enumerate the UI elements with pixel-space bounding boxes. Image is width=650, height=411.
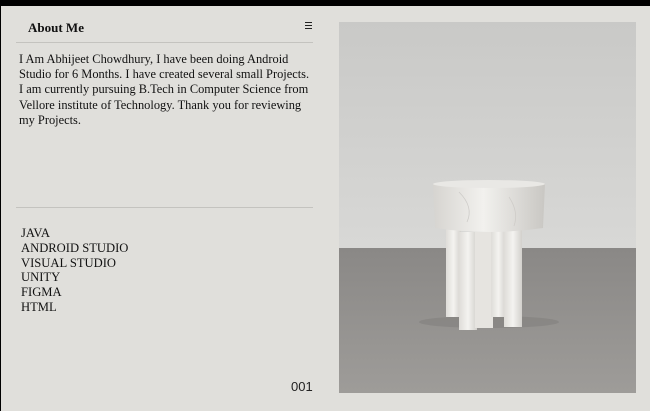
page-number: 001	[291, 379, 313, 394]
stool-photo	[339, 22, 636, 393]
skill-item: JAVA	[21, 226, 50, 240]
skill-item: FIGMA	[21, 285, 62, 300]
skill-item: UNITY	[21, 270, 61, 285]
skill-item: ANDROID STUDIO	[21, 240, 129, 255]
divider	[16, 42, 313, 43]
skill-item: VISUAL STUDIO	[21, 255, 117, 270]
about-page: About Me I Am Abhijeet Chowdhury, I have…	[1, 6, 650, 411]
skills-list: JAVA ANDROID STUDIO VISUAL STUDIO UNITY …	[21, 226, 128, 315]
bio-text: I Am Abhijeet Chowdhury, I have been doi…	[19, 52, 310, 127]
skill-item: HTML	[21, 299, 57, 314]
page-title: About Me	[28, 20, 84, 35]
divider	[16, 207, 313, 208]
hamburger-menu-icon[interactable]	[305, 19, 315, 31]
about-panel: About Me I Am Abhijeet Chowdhury, I have…	[16, 6, 314, 411]
